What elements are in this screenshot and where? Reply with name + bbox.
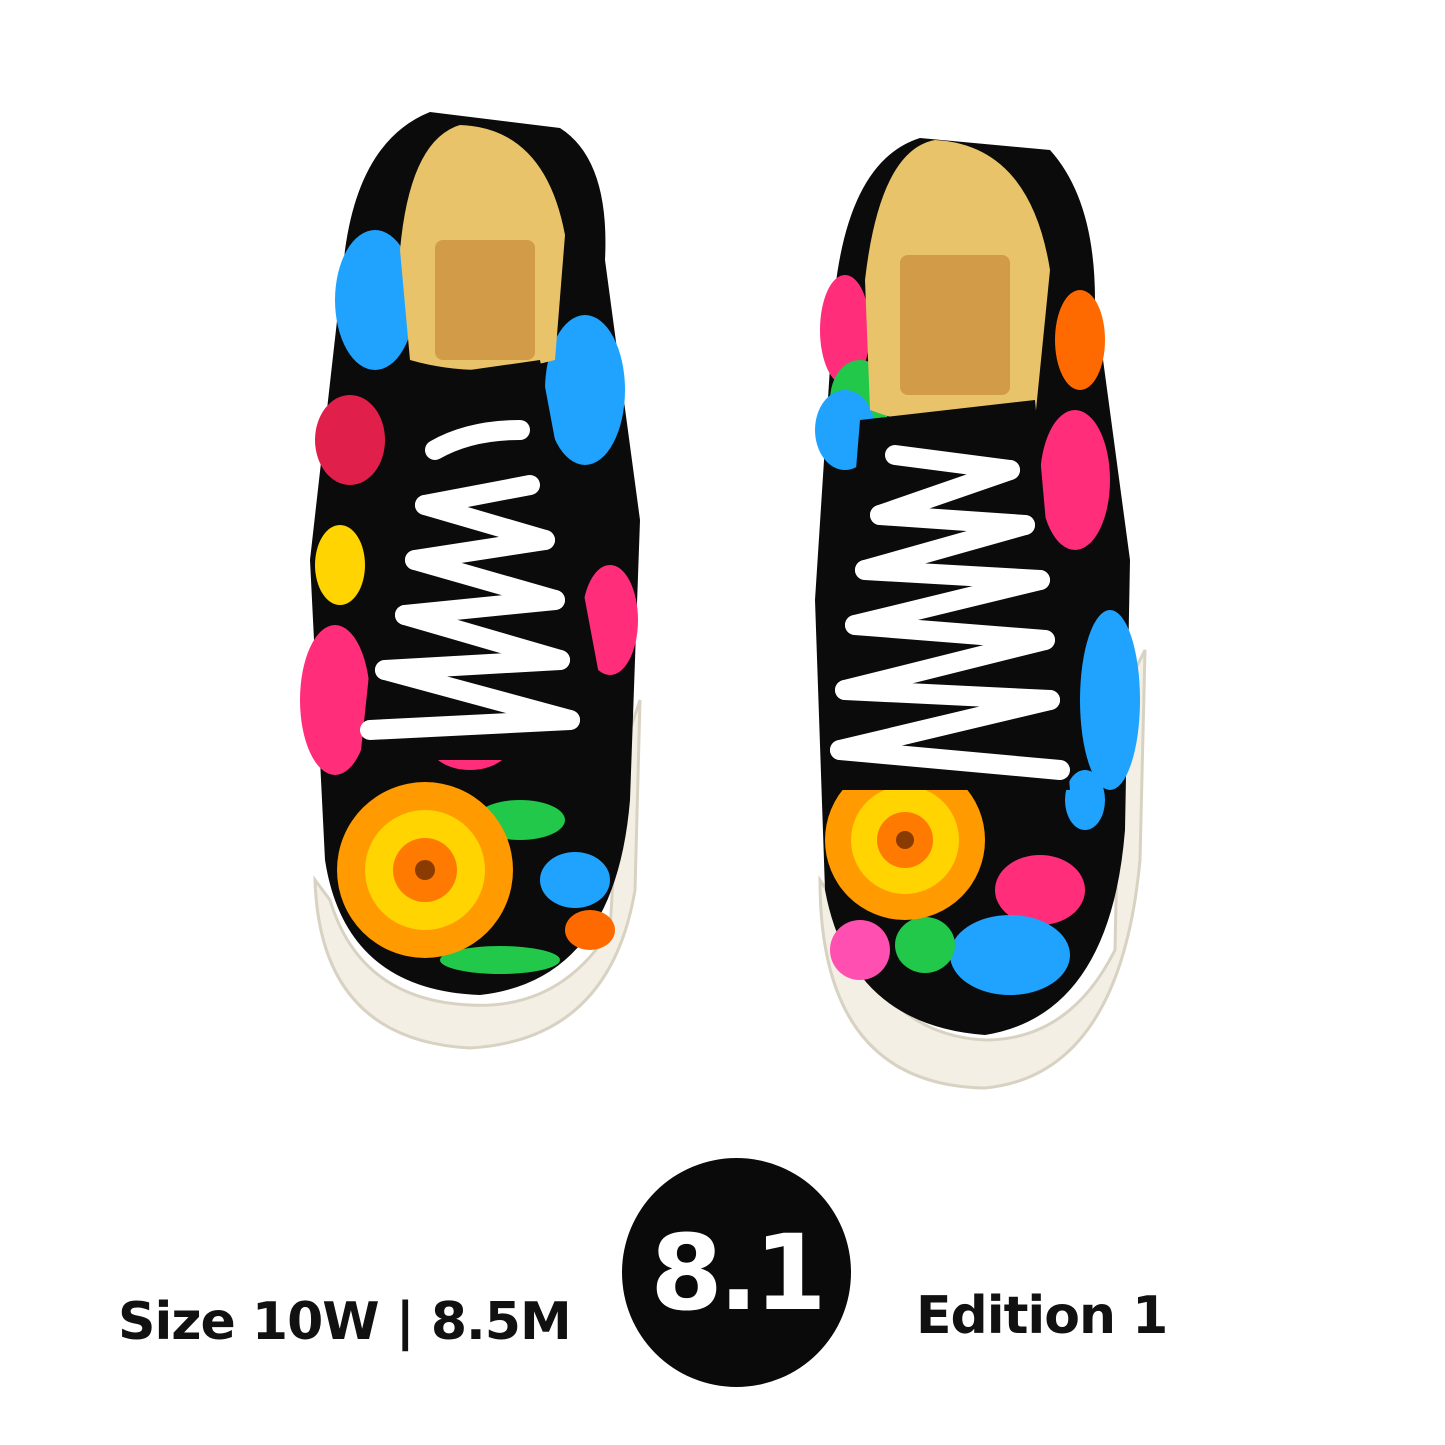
edition-label: Edition 1	[916, 1286, 1168, 1346]
left-sneaker	[300, 112, 642, 1050]
grade-badge: 8.1	[622, 1158, 851, 1387]
grade-badge-value: 8.1	[650, 1211, 826, 1334]
right-sneaker	[815, 138, 1147, 1090]
size-label: Size 10W | 8.5M	[118, 1292, 572, 1352]
sneakers-photo	[300, 112, 1147, 1090]
